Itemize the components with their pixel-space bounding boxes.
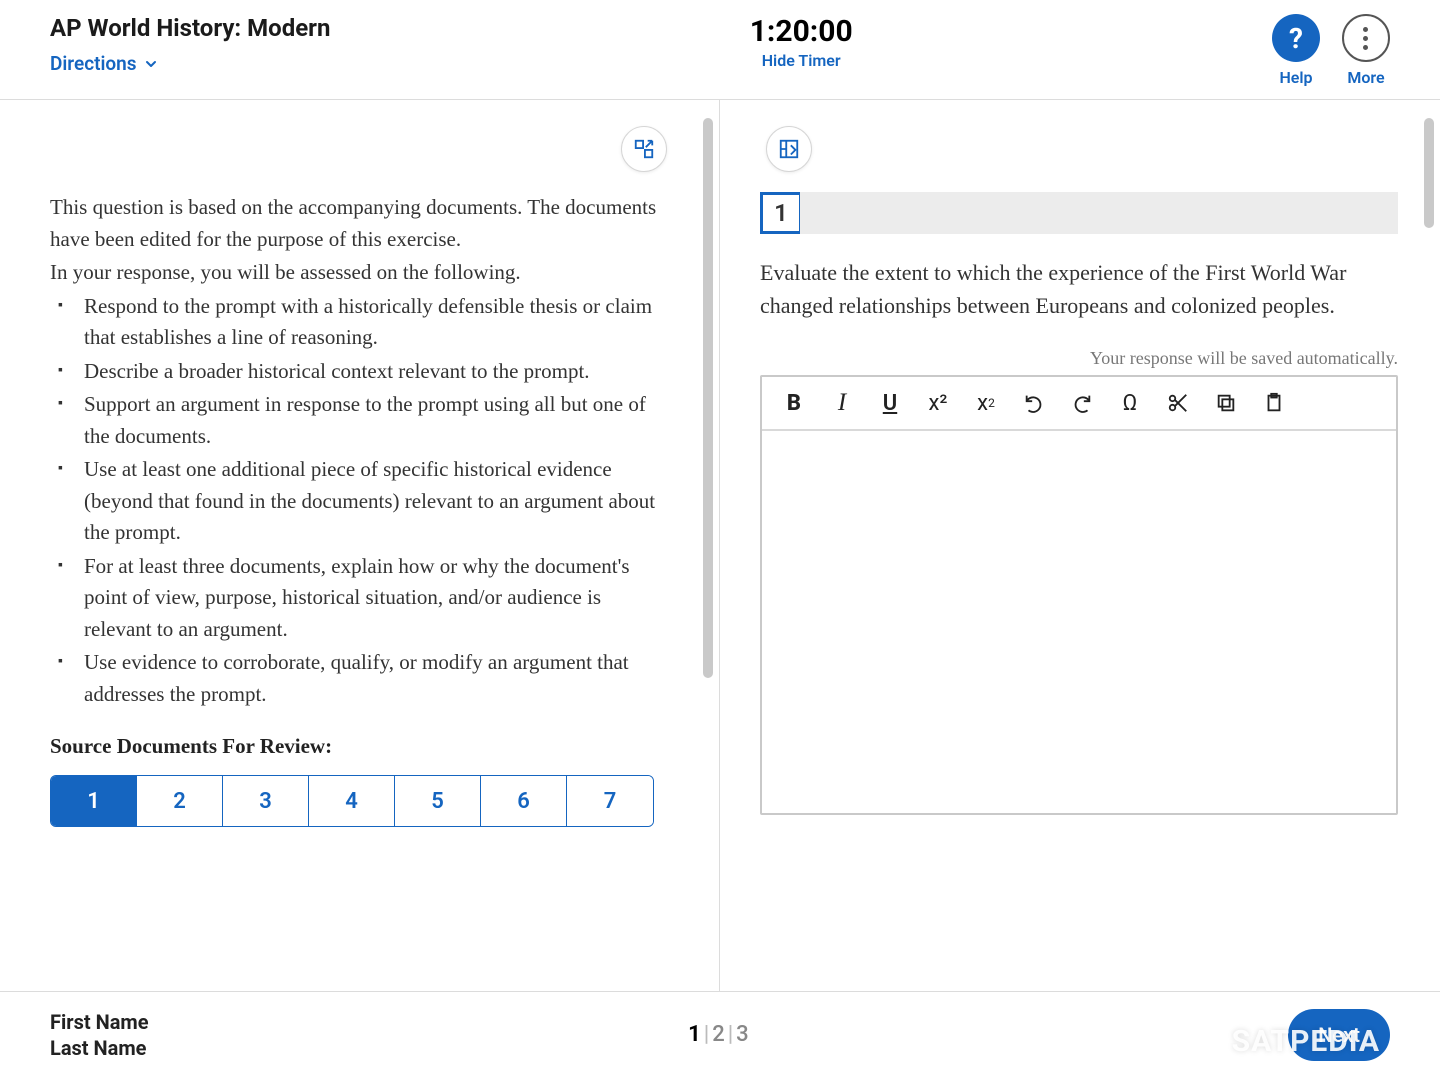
left-pane-content: This question is based on the accompanyi… — [0, 100, 719, 991]
doc-tab-7[interactable]: 7 — [567, 776, 653, 826]
undo-button[interactable] — [1014, 383, 1054, 423]
more-icon — [1342, 14, 1390, 62]
bullet-item: Support an argument in response to the p… — [50, 389, 673, 452]
instructions-text: This question is based on the accompanyi… — [50, 192, 673, 289]
cut-button[interactable] — [1158, 383, 1198, 423]
intro-paragraph-1: This question is based on the accompanyi… — [50, 192, 673, 255]
paste-button[interactable] — [1254, 383, 1294, 423]
page-3: 3 — [736, 1022, 749, 1047]
bullet-item: Use at least one additional piece of spe… — [50, 454, 673, 549]
question-number-badge: 1 — [760, 192, 802, 234]
bullet-item: Use evidence to corroborate, qualify, or… — [50, 647, 673, 710]
subscript-base: x — [977, 391, 988, 416]
hide-timer-button[interactable]: Hide Timer — [750, 51, 853, 70]
header-center: 1:20:00 Hide Timer — [750, 14, 853, 70]
source-documents-heading: Source Documents For Review: — [50, 734, 673, 759]
expand-right-button[interactable] — [766, 126, 812, 172]
redo-button[interactable] — [1062, 383, 1102, 423]
chevron-down-icon — [143, 56, 159, 72]
next-label: Next — [1318, 1023, 1360, 1047]
autosave-note: Your response will be saved automaticall… — [760, 348, 1398, 369]
help-button[interactable]: ? Help — [1272, 14, 1320, 87]
bullet-item: For at least three documents, explain ho… — [50, 551, 673, 646]
next-button[interactable]: Next — [1288, 1009, 1390, 1061]
redo-icon — [1071, 392, 1093, 414]
scissors-icon — [1167, 392, 1189, 414]
collapse-icon — [778, 138, 800, 160]
header-right: ? Help More — [1272, 14, 1390, 87]
directions-label: Directions — [50, 52, 137, 75]
help-icon: ? — [1272, 14, 1320, 62]
document-tabs: 1 2 3 4 5 6 7 — [50, 775, 654, 827]
subscript-button[interactable]: x2 — [966, 383, 1006, 423]
student-name: First Name Last Name — [50, 1009, 149, 1061]
right-pane-content: 1 Evaluate the extent to which the exper… — [720, 100, 1440, 991]
copy-icon — [1215, 392, 1237, 414]
clipboard-icon — [1263, 392, 1285, 414]
app-header: AP World History: Modern Directions 1:20… — [0, 0, 1440, 100]
bold-button[interactable]: B — [774, 383, 814, 423]
italic-button[interactable]: I — [822, 383, 862, 423]
expand-icon — [633, 138, 655, 160]
doc-tab-1[interactable]: 1 — [51, 776, 137, 826]
main-split: This question is based on the accompanyi… — [0, 100, 1440, 991]
exam-title: AP World History: Modern — [50, 14, 330, 42]
header-left: AP World History: Modern Directions — [50, 14, 330, 75]
doc-tab-6[interactable]: 6 — [481, 776, 567, 826]
undo-icon — [1023, 392, 1045, 414]
left-pane: This question is based on the accompanyi… — [0, 100, 720, 991]
question-number-row: 1 — [760, 192, 1398, 234]
response-textarea[interactable] — [762, 431, 1396, 813]
subscript-sub: 2 — [988, 396, 995, 410]
assessment-bullets: Respond to the prompt with a historicall… — [50, 291, 673, 711]
doc-tab-4[interactable]: 4 — [309, 776, 395, 826]
timer-display: 1:20:00 — [750, 14, 853, 49]
superscript-button[interactable]: x² — [918, 383, 958, 423]
doc-tab-3[interactable]: 3 — [223, 776, 309, 826]
special-char-button[interactable]: Ω — [1110, 383, 1150, 423]
help-label: Help — [1279, 68, 1312, 87]
more-label: More — [1347, 68, 1384, 87]
underline-button[interactable]: U — [870, 383, 910, 423]
response-editor: B I U x² x2 Ω — [760, 375, 1398, 815]
page-current: 1 — [688, 1022, 701, 1047]
directions-toggle[interactable]: Directions — [50, 52, 330, 75]
bullet-item: Respond to the prompt with a historicall… — [50, 291, 673, 354]
right-pane: 1 Evaluate the extent to which the exper… — [720, 100, 1440, 991]
right-scrollbar[interactable] — [1424, 118, 1434, 228]
app-footer: First Name Last Name 1|2|3 Next — [0, 991, 1440, 1077]
doc-tab-5[interactable]: 5 — [395, 776, 481, 826]
copy-button[interactable] — [1206, 383, 1246, 423]
question-prompt: Evaluate the extent to which the experie… — [760, 256, 1398, 322]
left-scrollbar[interactable] — [703, 118, 713, 678]
question-number-bar — [800, 192, 1398, 234]
more-button[interactable]: More — [1342, 14, 1390, 87]
page-indicator[interactable]: 1|2|3 — [688, 1022, 749, 1047]
intro-paragraph-2: In your response, you will be assessed o… — [50, 257, 673, 289]
last-name: Last Name — [50, 1035, 149, 1061]
bullet-item: Describe a broader historical context re… — [50, 356, 673, 388]
page-2: 2 — [712, 1022, 725, 1047]
doc-tab-2[interactable]: 2 — [137, 776, 223, 826]
expand-left-button[interactable] — [621, 126, 667, 172]
first-name: First Name — [50, 1009, 149, 1035]
editor-toolbar: B I U x² x2 Ω — [762, 377, 1396, 431]
